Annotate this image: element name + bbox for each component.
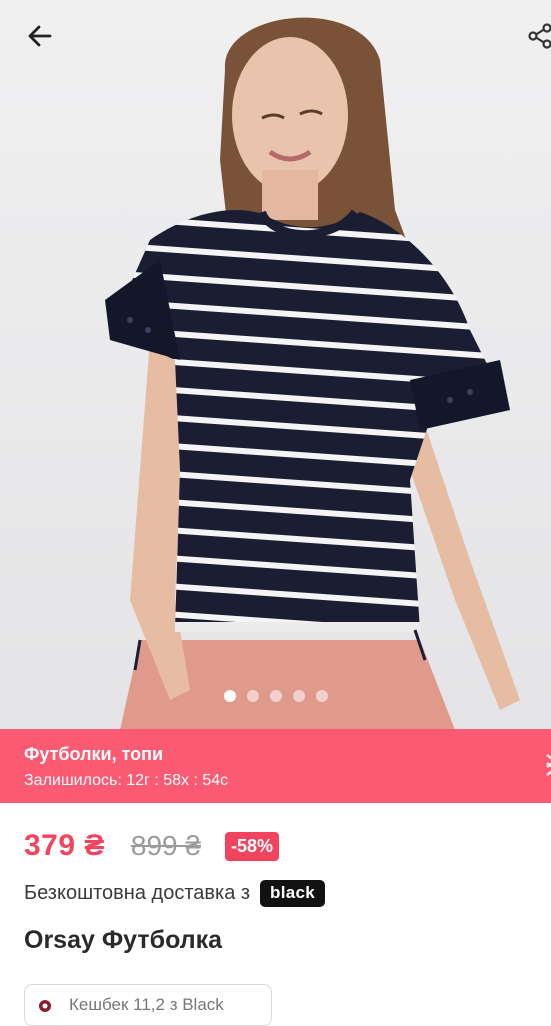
current-price: 379 ₴ (24, 829, 105, 862)
gallery-dot[interactable] (269, 690, 282, 702)
arrow-left-icon (28, 25, 52, 47)
back-button[interactable] (18, 14, 62, 58)
cashback-chip[interactable]: Кешбек 11,2 з Black (24, 984, 272, 1026)
gallery-pagination (0, 690, 551, 702)
product-photo[interactable] (0, 0, 551, 730)
delivery-text: Безкоштовна доставка з (24, 882, 251, 904)
gallery-dot[interactable] (315, 690, 328, 702)
cashback-text: Кешбек 11,2 з Black (69, 995, 224, 1014)
banner-category: Футболки, топи (24, 744, 164, 764)
banner-countdown: Залишилось: 12г : 58х : 54с (24, 772, 229, 789)
promo-banner[interactable]: Футболки, топи Залишилось: 12г : 58х : 5… (0, 729, 551, 803)
gallery-dot[interactable] (246, 690, 259, 702)
old-price: 899 ₴ (130, 830, 201, 861)
gallery-dot[interactable] (223, 690, 236, 702)
chevron-double-right-icon (546, 754, 551, 776)
price-row: 379 ₴ 899 ₴ -58% (24, 826, 280, 866)
gallery-dot[interactable] (292, 690, 305, 702)
cashback-icon (39, 1000, 51, 1012)
discount-badge: -58% (224, 831, 280, 861)
model-photo-illustration (0, 0, 551, 730)
share-button[interactable] (518, 14, 551, 58)
share-icon (528, 23, 551, 49)
delivery-info: Безкоштовна доставка з black (24, 880, 326, 907)
product-title: Orsay Футболка (24, 926, 223, 954)
black-badge[interactable]: black (260, 880, 326, 907)
